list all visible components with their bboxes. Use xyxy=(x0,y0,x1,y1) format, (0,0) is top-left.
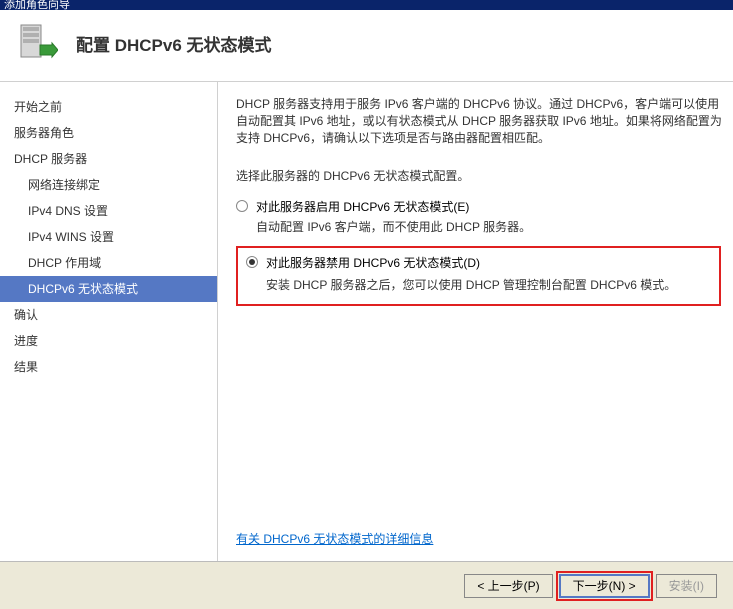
page-title: 配置 DHCPv6 无状态模式 xyxy=(76,31,272,56)
wizard-header: 配置 DHCPv6 无状态模式 xyxy=(0,10,733,82)
next-button[interactable]: 下一步(N) > xyxy=(559,574,650,598)
radio-label: 对此服务器禁用 DHCPv6 无状态模式(D) xyxy=(266,254,480,271)
sidebar-item-server-roles[interactable]: 服务器角色 xyxy=(0,120,217,146)
window-titlebar: 添加角色向导 xyxy=(0,0,733,10)
radio-label: 对此服务器启用 DHCPv6 无状态模式(E) xyxy=(256,198,469,215)
option-disable-description: 安装 DHCP 服务器之后，您可以使用 DHCP 管理控制台配置 DHCPv6 … xyxy=(266,277,711,294)
option-enable-stateless[interactable]: 对此服务器启用 DHCPv6 无状态模式(E) xyxy=(236,198,731,215)
wizard-footer: < 上一步(P) 下一步(N) > 安装(I) xyxy=(0,561,733,609)
wizard-sidebar: 开始之前 服务器角色 DHCP 服务器 网络连接绑定 IPv4 DNS 设置 I… xyxy=(0,82,218,561)
wizard-main: DHCP 服务器支持用于服务 IPv6 客户端的 DHCPv6 协议。通过 DH… xyxy=(218,82,733,561)
more-info-link[interactable]: 有关 DHCPv6 无状态模式的详细信息 xyxy=(236,530,433,547)
instruction-text: 选择此服务器的 DHCPv6 无状态模式配置。 xyxy=(236,167,731,184)
sidebar-item-results[interactable]: 结果 xyxy=(0,354,217,380)
previous-button[interactable]: < 上一步(P) xyxy=(464,574,552,598)
description-text: DHCP 服务器支持用于服务 IPv6 客户端的 DHCPv6 协议。通过 DH… xyxy=(236,96,731,147)
sidebar-item-before-begin[interactable]: 开始之前 xyxy=(0,94,217,120)
sidebar-item-network-binding[interactable]: 网络连接绑定 xyxy=(0,172,217,198)
option-disable-stateless[interactable]: 对此服务器禁用 DHCPv6 无状态模式(D) xyxy=(246,254,711,271)
server-icon xyxy=(18,23,58,65)
sidebar-item-dhcp-scope[interactable]: DHCP 作用域 xyxy=(0,250,217,276)
option-enable-description: 自动配置 IPv6 客户端，而不使用此 DHCP 服务器。 xyxy=(256,219,731,236)
sidebar-item-dhcpv6-stateless[interactable]: DHCPv6 无状态模式 xyxy=(0,276,217,302)
sidebar-item-progress[interactable]: 进度 xyxy=(0,328,217,354)
install-button: 安装(I) xyxy=(656,574,717,598)
radio-icon xyxy=(246,256,258,268)
radio-icon xyxy=(236,200,248,212)
sidebar-item-confirm[interactable]: 确认 xyxy=(0,302,217,328)
sidebar-item-ipv4-dns[interactable]: IPv4 DNS 设置 xyxy=(0,198,217,224)
highlighted-option: 对此服务器禁用 DHCPv6 无状态模式(D) 安装 DHCP 服务器之后，您可… xyxy=(236,246,721,306)
sidebar-item-ipv4-wins[interactable]: IPv4 WINS 设置 xyxy=(0,224,217,250)
sidebar-item-dhcp-server[interactable]: DHCP 服务器 xyxy=(0,146,217,172)
